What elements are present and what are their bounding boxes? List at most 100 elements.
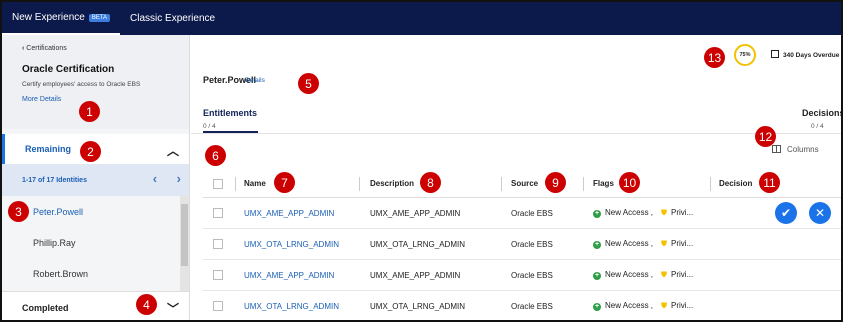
new-access-icon: + bbox=[593, 303, 601, 311]
annotation-marker-3: 3 bbox=[8, 201, 29, 222]
entitlement-description: UMX_OTA_LRNG_ADMIN bbox=[370, 239, 465, 249]
entitlement-flags: + New Access , ⛊ Privi... bbox=[593, 301, 693, 311]
column-header-name[interactable]: Name bbox=[244, 179, 266, 188]
privileged-shield-icon: ⛊ bbox=[661, 239, 668, 248]
table-row: UMX_OTA_LRNG_ADMIN UMX_OTA_LRNG_ADMIN Or… bbox=[203, 291, 841, 320]
entitlement-source: Oracle EBS bbox=[511, 301, 553, 311]
table-row: UMX_AME_APP_ADMIN UMX_AME_APP_ADMIN Orac… bbox=[203, 198, 841, 229]
annotation-marker-8: 8 bbox=[420, 172, 441, 193]
columns-icon bbox=[772, 145, 781, 153]
identities-pager: 1-17 of 17 Identities ‹ › bbox=[2, 164, 189, 196]
table-header-row: Name Description Source Flags Decision bbox=[203, 170, 841, 198]
identity-item-phillip-ray[interactable]: Phillip.Ray bbox=[2, 227, 180, 258]
revoke-button[interactable]: ✕ bbox=[809, 202, 831, 224]
entitlement-flags: + New Access , ⛊ Privi... bbox=[593, 270, 693, 280]
checkmark-icon: ✔ bbox=[780, 206, 792, 220]
entitlement-description: UMX_AME_APP_ADMIN bbox=[370, 270, 461, 280]
entitlement-name-link[interactable]: UMX_AME_APP_ADMIN bbox=[244, 209, 334, 218]
privileged-shield-icon: ⛊ bbox=[661, 301, 668, 310]
overdue-text: 340 Days Overdue bbox=[783, 52, 840, 59]
columns-button[interactable]: Columns bbox=[772, 145, 819, 154]
more-details-link[interactable]: More Details bbox=[22, 96, 181, 103]
new-access-icon: + bbox=[593, 241, 601, 249]
calendar-icon bbox=[771, 50, 779, 58]
certification-description: Certify employees' access to Oracle EBS bbox=[22, 81, 141, 88]
annotation-marker-5: 5 bbox=[298, 73, 319, 94]
table-row: UMX_AME_APP_ADMIN UMX_AME_APP_ADMIN Orac… bbox=[203, 260, 841, 291]
tab-entitlements[interactable]: Entitlements bbox=[203, 108, 257, 118]
previous-page-icon[interactable]: ‹ bbox=[153, 171, 157, 186]
annotation-marker-1: 1 bbox=[79, 101, 100, 122]
new-access-icon: + bbox=[593, 210, 601, 218]
new-access-icon: + bbox=[593, 272, 601, 280]
flag-privileged: Privi... bbox=[671, 301, 694, 310]
top-navigation-bar: New Experience BETA Classic Experience bbox=[2, 2, 841, 35]
chevron-down-icon[interactable]: ﹀ bbox=[167, 300, 179, 317]
row-checkbox[interactable] bbox=[213, 208, 223, 218]
flag-privileged: Privi... bbox=[671, 208, 694, 217]
entitlement-name-link[interactable]: UMX_AME_APP_ADMIN bbox=[244, 271, 334, 280]
entitlement-flags: + New Access , ⛊ Privi... bbox=[593, 208, 693, 218]
identity-item-robert-brown[interactable]: Robert.Brown bbox=[2, 258, 180, 289]
column-header-decision: Decision bbox=[719, 179, 753, 188]
app-frame: New Experience BETA Classic Experience ‹… bbox=[0, 0, 843, 322]
beta-badge: BETA bbox=[88, 13, 111, 22]
entitlement-name-link[interactable]: UMX_OTA_LRNG_ADMIN bbox=[244, 240, 339, 249]
entitlements-count: 0 / 4 bbox=[203, 123, 216, 130]
tab-divider bbox=[191, 133, 841, 134]
annotation-marker-4: 4 bbox=[136, 294, 157, 315]
identity-list-scrollbar[interactable] bbox=[180, 196, 189, 292]
select-all-checkbox[interactable] bbox=[213, 178, 223, 189]
row-checkbox[interactable] bbox=[213, 270, 223, 280]
column-header-flags[interactable]: Flags bbox=[593, 179, 614, 188]
tab-new-experience[interactable]: New Experience BETA bbox=[2, 2, 121, 35]
identities-count: 1-17 of 17 Identities bbox=[22, 176, 87, 184]
row-checkbox[interactable] bbox=[213, 301, 223, 311]
column-header-source[interactable]: Source bbox=[511, 179, 538, 188]
back-to-certifications-link[interactable]: ‹ Certifications bbox=[22, 45, 181, 52]
annotation-marker-7: 7 bbox=[274, 172, 295, 193]
privileged-shield-icon: ⛊ bbox=[661, 208, 668, 217]
chevron-left-icon: ‹ bbox=[22, 45, 25, 52]
row-checkbox[interactable] bbox=[213, 239, 223, 249]
flag-new-access: New Access , bbox=[605, 239, 654, 248]
back-label: Certifications bbox=[26, 45, 67, 52]
decisions-count: 0 / 4 bbox=[811, 123, 824, 130]
columns-label: Columns bbox=[787, 145, 819, 154]
entitlement-source: Oracle EBS bbox=[511, 208, 553, 218]
identity-details-link[interactable]: Details bbox=[245, 77, 265, 84]
pager-arrows: ‹ › bbox=[137, 171, 181, 186]
column-separator bbox=[501, 177, 502, 191]
chevron-up-icon[interactable]: ︿ bbox=[167, 142, 179, 159]
progress-ring: 75% bbox=[734, 44, 756, 66]
remaining-label: Remaining bbox=[25, 144, 72, 154]
tab-classic-experience[interactable]: Classic Experience bbox=[120, 2, 225, 35]
flag-privileged: Privi... bbox=[671, 239, 694, 248]
completed-section-header[interactable]: Completed ﹀ bbox=[2, 291, 189, 320]
column-header-description[interactable]: Description bbox=[370, 179, 414, 188]
column-separator bbox=[710, 177, 711, 191]
close-icon: ✕ bbox=[814, 206, 826, 220]
approve-button[interactable]: ✔ bbox=[775, 202, 797, 224]
annotation-marker-6: 6 bbox=[205, 145, 226, 166]
completed-label: Completed bbox=[22, 302, 69, 313]
column-separator bbox=[583, 177, 584, 191]
flag-new-access: New Access , bbox=[605, 301, 654, 310]
annotation-marker-13: 13 bbox=[704, 47, 725, 68]
annotation-marker-10: 10 bbox=[619, 172, 640, 193]
certification-title: Oracle Certification bbox=[22, 64, 115, 75]
tab-new-experience-label: New Experience bbox=[12, 12, 85, 23]
flag-new-access: New Access , bbox=[605, 270, 654, 279]
next-page-icon[interactable]: › bbox=[177, 171, 181, 186]
flag-privileged: Privi... bbox=[671, 270, 694, 279]
annotation-marker-12: 12 bbox=[755, 126, 776, 147]
tab-decisions[interactable]: Decisions bbox=[802, 108, 841, 118]
table-row: UMX_OTA_LRNG_ADMIN UMX_OTA_LRNG_ADMIN Or… bbox=[203, 229, 841, 260]
entitlement-name-link[interactable]: UMX_OTA_LRNG_ADMIN bbox=[244, 302, 339, 311]
entitlement-description: UMX_OTA_LRNG_ADMIN bbox=[370, 301, 465, 311]
entitlement-description: UMX_AME_APP_ADMIN bbox=[370, 208, 461, 218]
scrollbar-thumb[interactable] bbox=[181, 204, 188, 266]
annotation-marker-2: 2 bbox=[80, 141, 101, 162]
column-separator bbox=[359, 177, 360, 191]
annotation-marker-11: 11 bbox=[759, 172, 780, 193]
